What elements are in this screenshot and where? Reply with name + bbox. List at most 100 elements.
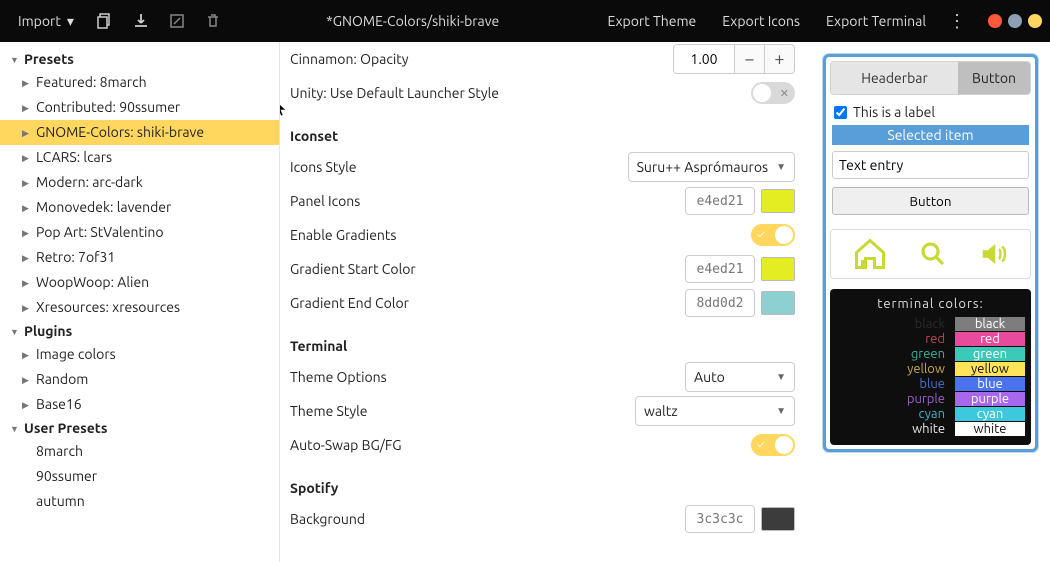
enable-gradients-label: Enable Gradients: [290, 227, 397, 243]
terminal-color-name: blue: [875, 377, 945, 391]
caret-down-icon: [10, 54, 20, 65]
dot-2[interactable]: [1008, 14, 1022, 28]
theme-style-combo[interactable]: waltz ▼: [635, 396, 795, 426]
search-icon: [918, 239, 948, 269]
grad-start-label: Gradient Start Color: [290, 261, 416, 277]
unity-launcher-label: Unity: Use Default Launcher Style: [290, 85, 499, 101]
tree-header[interactable]: Presets: [0, 48, 279, 70]
cinnamon-opacity-spinner: − +: [673, 44, 795, 74]
tree-header[interactable]: User Presets: [0, 417, 279, 439]
app-headerbar: Import ▾ *GNOME-Colors/shiki-brave Expor…: [0, 0, 1050, 42]
iconset-heading: Iconset: [290, 128, 795, 144]
spotify-bg-hex[interactable]: [685, 505, 755, 533]
grad-end-swatch[interactable]: [761, 291, 795, 315]
preview-text-entry[interactable]: [832, 151, 1029, 179]
panel-icons-hex[interactable]: [685, 187, 755, 215]
dot-1[interactable]: [988, 14, 1002, 28]
clone-icon[interactable]: [90, 6, 120, 36]
cursor-icon: [280, 100, 289, 118]
chevron-down-icon: ▼: [776, 161, 786, 173]
sidebar-item[interactable]: WoopWoop: Alien: [0, 270, 279, 295]
sidebar-item[interactable]: Xresources: xresources: [0, 295, 279, 320]
sidebar-item[interactable]: Monovedek: lavender: [0, 195, 279, 220]
preview-headerbar-button[interactable]: Button: [958, 62, 1030, 94]
sidebar-item[interactable]: Contributed: 90ssumer: [0, 95, 279, 120]
terminal-color-swatch: red: [955, 332, 1025, 346]
cinnamon-opacity-label: Cinnamon: Opacity: [290, 51, 409, 67]
theme-style-label: Theme Style: [290, 403, 368, 419]
terminal-color-name: red: [875, 332, 945, 346]
terminal-preview: terminal colors: blackblackredredgreengr…: [830, 289, 1031, 445]
terminal-color-swatch: yellow: [955, 362, 1025, 376]
unity-launcher-switch[interactable]: ✕: [751, 82, 795, 104]
enable-gradients-switch[interactable]: ✓: [751, 224, 795, 246]
caret-right-icon: [22, 225, 32, 241]
panel-icons-swatch[interactable]: [761, 189, 795, 213]
preview-checkbox[interactable]: [834, 106, 847, 119]
theme-style-value: waltz: [644, 403, 678, 419]
sidebar-item[interactable]: autumn: [0, 489, 279, 514]
caret-right-icon: [22, 397, 32, 413]
sidebar-item[interactable]: Base16: [0, 392, 279, 417]
home-icon: [852, 236, 888, 272]
kebab-menu-icon[interactable]: ⋮: [942, 6, 972, 36]
preview-icon-row: [830, 229, 1031, 279]
sidebar-item[interactable]: Random: [0, 367, 279, 392]
tree-header[interactable]: Plugins: [0, 320, 279, 342]
caret-right-icon: [22, 100, 32, 116]
spotify-bg-swatch[interactable]: [761, 507, 795, 531]
edit-icon[interactable]: [162, 6, 192, 36]
settings-pane: Cinnamon: Opacity − + Unity: Use Default…: [280, 42, 819, 562]
dot-3[interactable]: [1028, 14, 1042, 28]
opacity-plus-button[interactable]: +: [764, 45, 794, 73]
download-icon[interactable]: [126, 6, 156, 36]
export-terminal-button[interactable]: Export Terminal: [816, 7, 936, 35]
terminal-color-row: greengreen: [836, 347, 1025, 361]
terminal-preview-title: terminal colors:: [836, 297, 1025, 311]
chevron-down-icon: ▼: [776, 405, 786, 417]
grad-start-hex[interactable]: [685, 255, 755, 283]
theme-preview: Headerbar Button This is a label Selecte…: [823, 54, 1038, 452]
terminal-color-name: green: [875, 347, 945, 361]
preview-button[interactable]: Button: [832, 187, 1029, 215]
icons-style-label: Icons Style: [290, 159, 357, 175]
opacity-minus-button[interactable]: −: [734, 45, 764, 73]
autoswap-label: Auto-Swap BG/FG: [290, 437, 402, 453]
sidebar-item[interactable]: Retro: 7of31: [0, 245, 279, 270]
import-button[interactable]: Import ▾: [8, 7, 84, 36]
spotify-heading: Spotify: [290, 480, 795, 496]
sidebar-item[interactable]: 8march: [0, 439, 279, 464]
grad-end-hex[interactable]: [685, 289, 755, 317]
import-label: Import: [18, 13, 61, 29]
sidebar-item[interactable]: Pop Art: StValentino: [0, 220, 279, 245]
caret-down-icon: [10, 326, 20, 337]
sidebar-item[interactable]: Featured: 8march: [0, 70, 279, 95]
sidebar-item[interactable]: Modern: arc-dark: [0, 170, 279, 195]
theme-options-label: Theme Options: [290, 369, 387, 385]
sidebar-item[interactable]: 90ssumer: [0, 464, 279, 489]
terminal-color-name: purple: [875, 392, 945, 406]
export-theme-button[interactable]: Export Theme: [597, 7, 706, 35]
trash-icon[interactable]: [198, 6, 228, 36]
theme-options-value: Auto: [694, 369, 725, 385]
preview-selected-item[interactable]: Selected item: [832, 125, 1029, 145]
caret-right-icon: [22, 300, 32, 316]
icons-style-combo[interactable]: Suru++ Asprómauros ▼: [628, 152, 795, 182]
icons-style-value: Suru++ Asprómauros: [637, 159, 769, 175]
theme-options-combo[interactable]: Auto ▼: [685, 362, 795, 392]
terminal-color-row: purple purple: [836, 392, 1025, 406]
autoswap-switch[interactable]: ✓: [751, 434, 795, 456]
terminal-color-swatch: white: [955, 422, 1025, 436]
terminal-color-row: blueblue: [836, 377, 1025, 391]
cinnamon-opacity-input[interactable]: [674, 45, 734, 73]
terminal-color-row: cyancyan: [836, 407, 1025, 421]
export-icons-button[interactable]: Export Icons: [712, 7, 810, 35]
sidebar-item[interactable]: LCARS: lcars: [0, 145, 279, 170]
sidebar-item[interactable]: Image colors: [0, 342, 279, 367]
chevron-down-icon: ▾: [67, 13, 74, 30]
caret-right-icon: [22, 372, 32, 388]
grad-end-label: Gradient End Color: [290, 295, 409, 311]
grad-start-swatch[interactable]: [761, 257, 795, 281]
sidebar-item[interactable]: GNOME-Colors: shiki-brave: [0, 120, 279, 145]
terminal-color-swatch: purple: [955, 392, 1025, 406]
